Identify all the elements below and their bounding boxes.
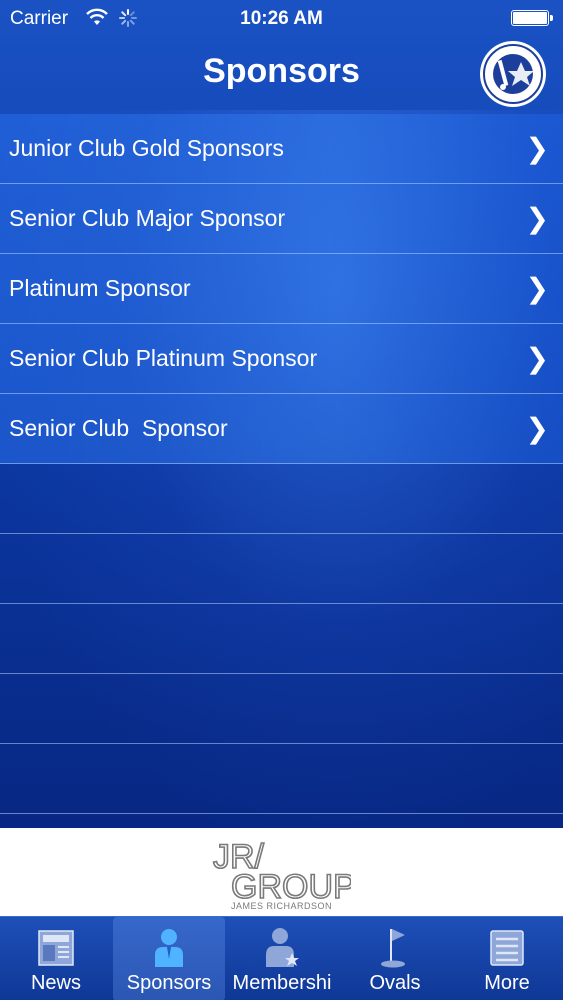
sponsor-banner[interactable]: JR/ GROUP JAMES RICHARDSON [0,828,563,916]
member-badge-icon [266,928,299,967]
newspaper-icon [38,930,74,966]
empty-row [0,534,563,604]
tab-news[interactable]: News [0,917,112,1000]
club-logo-icon[interactable] [479,40,547,108]
chevron-right-icon: ❯ [525,343,549,374]
sponsor-row-junior-club-gold[interactable]: Junior Club Gold Sponsors ❯ [0,114,563,184]
chevron-right-icon: ❯ [525,203,549,234]
clock-time: 10:26 AM [240,8,323,29]
chevron-right-icon: ❯ [525,133,549,164]
jr-group-logo: JR/ GROUP JAMES RICHARDSON [212,837,351,911]
sponsor-list: Junior Club Gold Sponsors ❯ Senior Club … [0,114,563,814]
navigation-bar: Sponsors [0,38,563,114]
empty-row [0,464,563,534]
sponsor-row-platinum[interactable]: Platinum Sponsor ❯ [0,254,563,324]
empty-row [0,744,563,814]
tab-sponsors[interactable]: Sponsors [113,917,225,1000]
sponsor-row-senior-club-major[interactable]: Senior Club Major Sponsor ❯ [0,184,563,254]
logo-text-sub: JAMES RICHARDSON [231,901,332,911]
flag-icon [381,929,405,968]
tab-more[interactable]: More [451,917,563,1000]
chevron-right-icon: ❯ [525,413,549,444]
person-icon [155,929,183,967]
tab-label: Sponsors [126,972,212,994]
list-item-label: Senior Club Platinum Sponsor [9,345,318,371]
tab-ovals[interactable]: Ovals [339,917,451,1000]
battery-icon [511,10,553,26]
list-item-label: Senior Club Major Sponsor [9,205,286,231]
tab-bar: News Sponsors Membershi Ovals More [0,916,563,1000]
sponsor-row-senior-club-platinum[interactable]: Senior Club Platinum Sponsor ❯ [0,324,563,394]
chevron-right-icon: ❯ [525,273,549,304]
tab-label: More [484,972,530,994]
tab-label: Ovals [369,972,421,994]
sponsors-screen: Carrier 10:26 AM Sponsors Junior Club Go… [0,0,563,1000]
list-icon [490,930,524,966]
list-item-label: Junior Club Gold Sponsors [9,135,284,161]
list-item-label: Platinum Sponsor [9,275,191,301]
status-bar: Carrier 10:26 AM [0,0,563,38]
tab-membership[interactable]: Membershi [226,917,338,1000]
tab-label: News [30,972,81,994]
empty-row [0,674,563,744]
sponsor-row-senior-club[interactable]: Senior Club Sponsor ❯ [0,394,563,464]
list-item-label: Senior Club Sponsor [9,415,228,441]
tab-label: Membershi [232,972,332,994]
empty-row [0,604,563,674]
